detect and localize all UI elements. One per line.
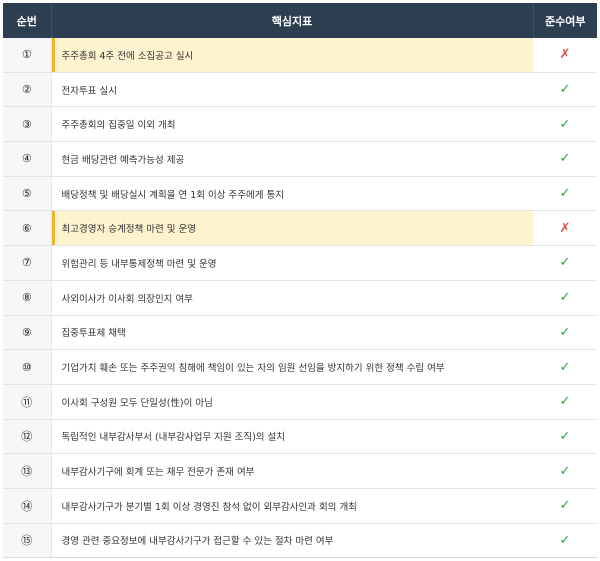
row-number: ⑧ (3, 280, 52, 316)
check-icon: ✓ (559, 359, 571, 375)
table-row: ⑤ 배당정책 및 배당실시 계획을 연 1회 이상 주주에게 통지 ✓ (3, 176, 597, 212)
table-header: 순번 핵심지표 준수여부 (3, 3, 597, 38)
row-compliance: ✓ (533, 315, 597, 351)
header-compliance: 준수여부 (533, 3, 597, 38)
row-indicator: 이사회 구성원 모두 단일성(性)이 아님 (51, 384, 533, 420)
row-indicator: 최고경영자 승계정책 마련 및 운영 (51, 210, 533, 247)
row-indicator: 현금 배당관련 예측가능성 제공 (51, 141, 533, 177)
row-compliance: ✗ (533, 210, 597, 247)
row-number: ③ (3, 106, 52, 143)
row-indicator: 독립적인 내부감사부서 (내부감사업무 지원 조직)의 설치 (51, 419, 533, 455)
table-row: ② 전자투표 실시 ✓ (3, 72, 597, 108)
row-indicator: 전자투표 실시 (51, 72, 533, 108)
table-row: ⑥ 최고경영자 승계정책 마련 및 운영 ✗ (3, 210, 597, 247)
header-indicator: 핵심지표 (51, 3, 534, 38)
x-mark-icon: ✗ (559, 220, 571, 236)
table-row: ⑮ 경영 관련 중요정보에 내부감사기구가 접근할 수 있는 절차 마련 여부 … (3, 523, 597, 559)
header-row: 순번 핵심지표 준수여부 (3, 3, 597, 38)
check-icon: ✓ (559, 116, 571, 132)
row-indicator: 주주총회의 집중일 이외 개최 (51, 106, 533, 143)
row-number: ② (3, 72, 52, 108)
table-row: ④ 현금 배당관련 예측가능성 제공 ✓ (3, 141, 597, 177)
check-icon: ✓ (559, 463, 571, 479)
table-row: ⑫ 독립적인 내부감사부서 (내부감사업무 지원 조직)의 설치 ✓ (3, 419, 597, 455)
row-compliance: ✓ (533, 488, 597, 524)
check-icon: ✓ (559, 532, 571, 548)
row-indicator: 내부감사기구에 회계 또는 재무 전문가 존재 여부 (51, 453, 533, 489)
row-indicator: 사외이사가 이사회 의장인지 여부 (51, 280, 533, 316)
check-icon: ✓ (559, 498, 571, 514)
row-compliance: ✓ (533, 245, 597, 281)
row-compliance: ✓ (533, 280, 597, 316)
row-number: ⑨ (3, 315, 52, 351)
table-row: ⑦ 위험관리 등 내부통제정책 마련 및 운영 ✓ (3, 245, 597, 281)
row-indicator: 주주총회 4주 전에 소집공고 실시 (51, 38, 533, 73)
table-row: ⑬ 내부감사기구에 회계 또는 재무 전문가 존재 여부 ✓ (3, 453, 597, 489)
check-icon: ✓ (559, 290, 571, 306)
check-icon: ✓ (559, 324, 571, 340)
row-number: ⑬ (3, 453, 52, 489)
check-icon: ✓ (559, 82, 571, 98)
row-compliance: ✓ (533, 141, 597, 177)
row-compliance: ✗ (533, 38, 597, 73)
row-indicator: 배당정책 및 배당실시 계획을 연 1회 이상 주주에게 통지 (51, 176, 533, 212)
table-row: ⑭ 내부감사기구가 분기별 1회 이상 경영진 참석 없이 외부감사인과 회의 … (3, 488, 597, 524)
row-number: ⑮ (3, 523, 52, 559)
row-number: ⑥ (3, 210, 52, 247)
governance-indicator-table: 순번 핵심지표 준수여부 ① 주주총회 4주 전에 소집공고 실시 ✗ ② 전자… (3, 3, 597, 559)
row-number: ④ (3, 141, 52, 177)
row-number: ⑦ (3, 245, 52, 281)
row-compliance: ✓ (533, 453, 597, 489)
table-row: ⑧ 사외이사가 이사회 의장인지 여부 ✓ (3, 280, 597, 316)
check-icon: ✓ (559, 394, 571, 410)
row-compliance: ✓ (533, 349, 597, 385)
table-row: ⑪ 이사회 구성원 모두 단일성(性)이 아님 ✓ (3, 384, 597, 420)
row-number: ⑭ (3, 488, 52, 524)
table-body: ① 주주총회 4주 전에 소집공고 실시 ✗ ② 전자투표 실시 ✓ ③ 주주총… (3, 38, 597, 559)
row-number: ⑩ (3, 349, 52, 385)
check-icon: ✓ (559, 255, 571, 271)
check-icon: ✓ (559, 151, 571, 167)
row-indicator: 위험관리 등 내부통제정책 마련 및 운영 (51, 245, 533, 281)
row-number: ⑤ (3, 176, 52, 212)
row-compliance: ✓ (533, 419, 597, 455)
row-compliance: ✓ (533, 176, 597, 212)
row-compliance: ✓ (533, 523, 597, 559)
row-indicator: 내부감사기구가 분기별 1회 이상 경영진 참석 없이 외부감사인과 회의 개최 (51, 488, 533, 524)
row-indicator: 집중투표제 채택 (51, 315, 533, 351)
governance-table-container: 순번 핵심지표 준수여부 ① 주주총회 4주 전에 소집공고 실시 ✗ ② 전자… (3, 3, 597, 559)
x-mark-icon: ✗ (559, 47, 571, 63)
row-compliance: ✓ (533, 384, 597, 420)
check-icon: ✓ (559, 186, 571, 202)
row-compliance: ✓ (533, 106, 597, 143)
table-row: ① 주주총회 4주 전에 소집공고 실시 ✗ (3, 38, 597, 73)
row-compliance: ✓ (533, 72, 597, 108)
table-row: ⑩ 기업가치 훼손 또는 주주권익 침해에 책임이 있는 자의 임원 선임을 방… (3, 349, 597, 385)
table-row: ③ 주주총회의 집중일 이외 개최 ✓ (3, 106, 597, 143)
row-number: ⑪ (3, 384, 52, 420)
table-row: ⑨ 집중투표제 채택 ✓ (3, 315, 597, 351)
row-indicator: 기업가치 훼손 또는 주주권익 침해에 책임이 있는 자의 임원 선임을 방지하… (51, 349, 533, 385)
row-indicator: 경영 관련 중요정보에 내부감사기구가 접근할 수 있는 절차 마련 여부 (51, 523, 533, 559)
check-icon: ✓ (559, 428, 571, 444)
row-number: ① (3, 38, 52, 73)
header-number: 순번 (3, 3, 52, 38)
row-number: ⑫ (3, 419, 52, 455)
